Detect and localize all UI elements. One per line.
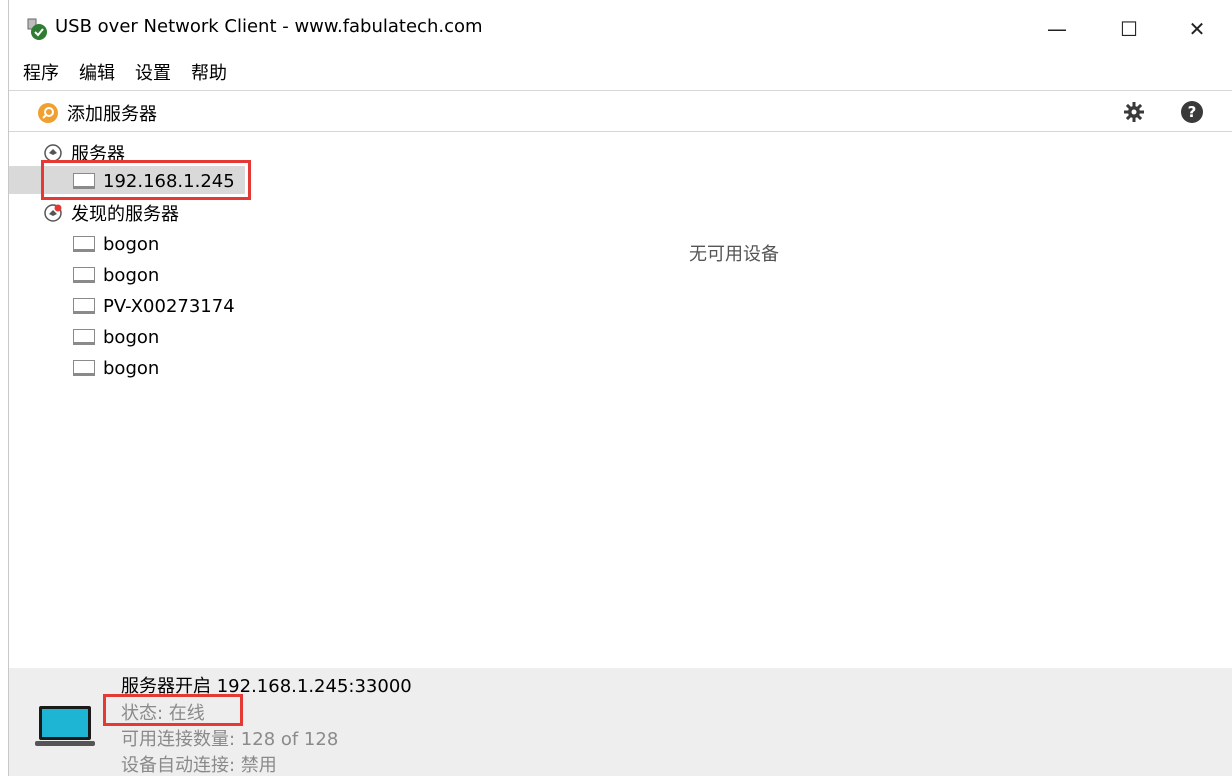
usb-app-icon (27, 18, 47, 40)
computer-icon (73, 329, 95, 345)
menu-edit[interactable]: 编辑 (73, 59, 121, 85)
app-window: USB over Network Client - www.fabulatech… (8, 0, 1232, 776)
tree-item-label: PV-X00273174 (103, 295, 235, 317)
menu-bar: 程序 编辑 设置 帮助 (9, 56, 1232, 88)
tree-item-discovered[interactable]: bogon (73, 354, 159, 382)
menu-help[interactable]: 帮助 (185, 59, 233, 85)
status-auto-connect: 设备自动连接: 禁用 (121, 755, 277, 776)
minimize-button[interactable]: — (1025, 0, 1089, 58)
laptop-icon (35, 706, 95, 746)
status-connections: 可用连接数量: 128 of 128 (121, 729, 339, 750)
tree-item-label: bogon (103, 357, 160, 379)
title-bar: USB over Network Client - www.fabulatech… (9, 0, 1232, 58)
tree-item-label: bogon (103, 233, 160, 255)
discovered-group-icon (44, 204, 62, 222)
maximize-button[interactable]: ☐ (1097, 0, 1161, 58)
window-title: USB over Network Client - www.fabulatech… (55, 16, 483, 37)
computer-icon (73, 360, 95, 376)
computer-icon (73, 298, 95, 314)
annotation-box-server (41, 160, 251, 200)
tree-item-discovered[interactable]: bogon (73, 323, 159, 351)
tree-item-discovered[interactable]: bogon (73, 261, 159, 289)
tree-item-label: bogon (103, 264, 160, 286)
search-icon (38, 103, 58, 123)
help-icon[interactable]: ? (1181, 101, 1203, 123)
empty-devices-message: 无可用设备 (689, 244, 779, 265)
add-server-label: 添加服务器 (67, 104, 157, 125)
tree-item-discovered[interactable]: bogon (73, 230, 159, 258)
close-button[interactable]: ✕ (1165, 0, 1229, 58)
status-panel: 服务器开启 192.168.1.245:33000 状态: 在线 可用连接数量:… (9, 668, 1232, 776)
gear-icon[interactable] (1123, 101, 1145, 123)
menu-settings[interactable]: 设置 (129, 59, 177, 85)
computer-icon (73, 236, 95, 252)
toolbar: 添加服务器 ? (9, 90, 1232, 132)
annotation-box-status (103, 694, 243, 726)
tree-item-label: bogon (103, 326, 160, 348)
tree-group-discovered[interactable]: 发现的服务器 (43, 199, 179, 227)
tree-item-discovered[interactable]: PV-X00273174 (73, 292, 235, 320)
menu-program[interactable]: 程序 (17, 59, 65, 85)
add-server-button[interactable]: 添加服务器 (37, 100, 157, 126)
tree-group-label: 发现的服务器 (71, 204, 179, 225)
computer-icon (73, 267, 95, 283)
